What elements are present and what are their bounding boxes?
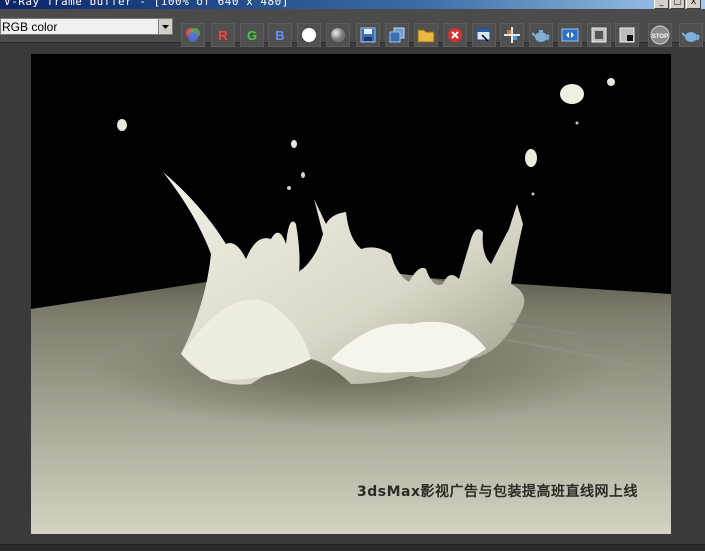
color-corrections-button[interactable] (181, 23, 205, 47)
folder-icon (417, 29, 435, 43)
track-mouse-button[interactable] (500, 23, 524, 47)
white-circle-icon (302, 28, 316, 42)
window-title: V-Ray frame buffer - [100% of 640 x 480] (4, 0, 289, 8)
alpha-channel-button[interactable] (297, 23, 321, 47)
vfb-history-button[interactable] (558, 23, 582, 47)
render-viewport: 3dsMax影视广告与包装提高班直线网上线 (31, 54, 671, 534)
red-channel-button[interactable]: R (211, 23, 235, 47)
floppy-disk-icon (360, 27, 376, 43)
milk-splash-render (31, 54, 671, 534)
watermark-text: 3dsMax影视广告与包装提高班直线网上线 (357, 484, 639, 500)
teapot-icon (532, 30, 550, 42)
region-render-button[interactable] (587, 23, 611, 47)
minimize-button[interactable]: _ (654, 0, 669, 9)
region-icon (591, 27, 607, 43)
green-channel-button[interactable]: G (240, 23, 264, 47)
stop-render-button[interactable]: STOP (648, 23, 672, 47)
window-copy-icon (476, 28, 491, 42)
clear-image-button[interactable] (443, 23, 467, 47)
load-image-button[interactable] (414, 23, 438, 47)
channel-dropdown-value: RGB color (2, 20, 58, 34)
render-last-button[interactable] (529, 23, 553, 47)
color-circles-icon (186, 28, 200, 42)
maximize-button[interactable]: □ (670, 0, 685, 9)
blue-channel-button[interactable]: B (268, 23, 292, 47)
duplicate-to-max-fb-button[interactable] (472, 23, 496, 47)
render-settings-button[interactable] (679, 23, 703, 47)
gray-circle-icon (331, 28, 345, 42)
history-icon (561, 28, 579, 42)
pixel-info-icon (619, 27, 635, 43)
save-image-button[interactable] (356, 23, 380, 47)
save-all-button[interactable] (385, 23, 409, 47)
close-button[interactable]: X (686, 0, 701, 9)
crosshair-icon (504, 27, 520, 43)
stop-icon: STOP (650, 25, 670, 45)
pixel-info-button[interactable] (615, 23, 639, 47)
multi-save-icon (389, 27, 405, 43)
toolbar: RGB color R G B STOP (0, 9, 705, 47)
teapot-settings-icon (682, 32, 700, 42)
window-titlebar: V-Ray frame buffer - [100% of 640 x 480]… (0, 0, 705, 9)
monochrome-button[interactable] (326, 23, 350, 47)
stop-label: STOP (652, 34, 668, 40)
clear-red-icon (448, 28, 462, 42)
channel-dropdown[interactable]: RGB color (0, 18, 173, 35)
chevron-down-icon[interactable] (158, 19, 172, 34)
